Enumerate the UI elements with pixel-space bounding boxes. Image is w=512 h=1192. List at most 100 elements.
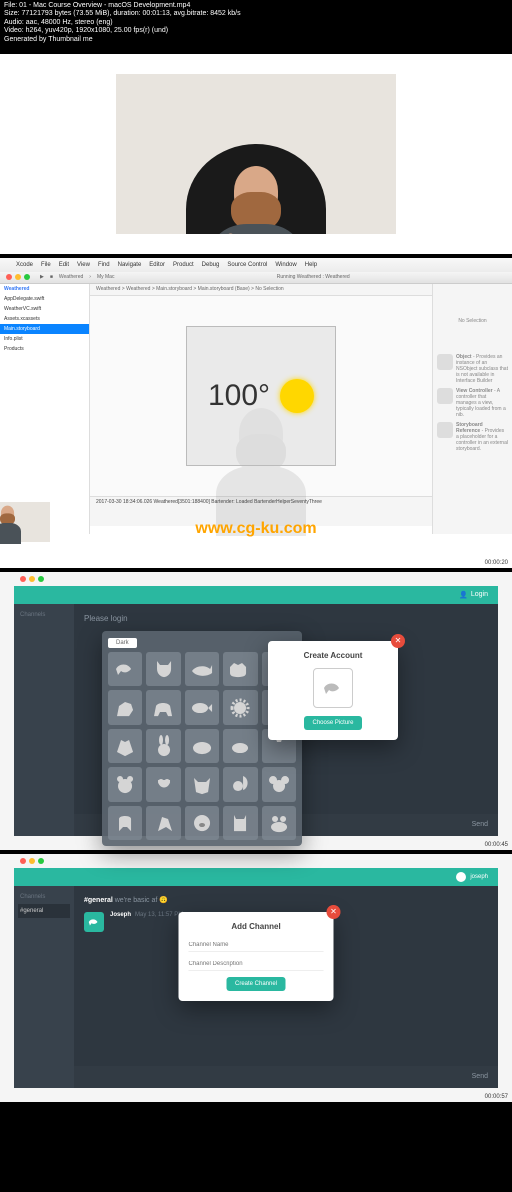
thumbnail-frame-2-xcode: Xcode File Edit View Find Navigate Edito… [0, 258, 512, 568]
send-button[interactable]: Send [472, 821, 488, 828]
thumbnail-frame-4-chat-channel: joseph Channels #general #general we're … [0, 854, 512, 1102]
minimize-icon[interactable] [15, 274, 21, 280]
avatar-elephant-icon[interactable] [146, 690, 180, 724]
app-titlebar: joseph [14, 868, 498, 886]
jump-bar[interactable]: Weathered > Weathered > Main.storyboard … [90, 284, 432, 296]
close-icon[interactable] [20, 576, 26, 582]
scheme-selector[interactable]: Weathered [59, 274, 83, 280]
zoom-icon[interactable] [24, 274, 30, 280]
user-icon: 👤 [459, 591, 468, 599]
modal-title: Create Account [278, 651, 388, 660]
close-icon[interactable] [20, 858, 26, 864]
avatar-whale-icon[interactable] [185, 652, 219, 686]
close-button[interactable]: ✕ [327, 905, 341, 919]
avatar-lion-icon[interactable] [223, 690, 257, 724]
window-controls[interactable] [20, 576, 44, 582]
nav-file-selected[interactable]: Main.storyboard [0, 324, 89, 334]
modal-title: Add Channel [189, 922, 324, 931]
avatar-wolf-icon[interactable] [108, 729, 142, 763]
channel-header: #general we're basic af 🙃 [84, 896, 488, 904]
macos-menubar[interactable]: Xcode File Edit View Find Navigate Edito… [0, 258, 512, 272]
add-channel-modal: ✕ Add Channel Create Channel [179, 912, 334, 1001]
project-root[interactable]: Weathered [0, 284, 89, 294]
nav-file[interactable]: Assets.xcassets [0, 314, 89, 324]
no-selection-label: No Selection [437, 318, 508, 324]
create-channel-button[interactable]: Create Channel [227, 977, 285, 991]
send-button[interactable]: Send [472, 1073, 488, 1080]
library-item[interactable]: Object - Provides an instance of an NSOb… [437, 354, 508, 384]
avatar-owl-icon[interactable] [146, 767, 180, 801]
choose-picture-button[interactable]: Choose Picture [304, 716, 361, 730]
avatar-cat2-icon[interactable] [223, 806, 257, 840]
nav-file[interactable]: WeatherVC.swift [0, 304, 89, 314]
timestamp-label: 00:00:20 [485, 560, 508, 566]
channel-item-general[interactable]: #general [18, 904, 70, 918]
picture-in-picture [0, 502, 50, 542]
sun-icon [280, 379, 314, 413]
viewcontroller-icon [437, 388, 453, 404]
project-navigator[interactable]: Weathered AppDelegate.swift WeatherVC.sw… [0, 284, 90, 534]
login-prompt: Please login [84, 614, 488, 623]
message-input-bar[interactable]: Send [74, 1066, 498, 1088]
avatar-rabbit-icon[interactable] [146, 729, 180, 763]
thumbnail-frame-1 [0, 54, 512, 254]
nav-file[interactable]: AppDelegate.swift [0, 294, 89, 304]
device-selector[interactable]: My Mac [97, 274, 115, 280]
library-item[interactable]: View Controller - A controller that mana… [437, 388, 508, 418]
minimize-icon[interactable] [29, 576, 35, 582]
avatar-kangaroo-icon[interactable] [146, 806, 180, 840]
nav-file[interactable]: Info.plist [0, 334, 89, 344]
avatar-icon [456, 872, 466, 882]
close-button[interactable]: ✕ [391, 634, 405, 648]
stop-button[interactable]: ■ [50, 274, 53, 280]
weather-view[interactable]: 100° [186, 326, 336, 466]
create-account-modal: ✕ Create Account Choose Picture [268, 641, 398, 740]
channels-header: Channels [18, 890, 70, 904]
avatar-hippo-icon[interactable] [185, 729, 219, 763]
window-controls[interactable] [6, 274, 30, 280]
avatar-koala-icon[interactable] [262, 767, 296, 801]
user-profile-button[interactable]: joseph [456, 872, 488, 882]
activity-status: Running Weathered : Weathered [120, 274, 506, 280]
picker-tab-dark[interactable]: Dark [108, 638, 137, 648]
temperature-label: 100° [208, 379, 270, 413]
sidebar: Channels [14, 604, 74, 836]
login-button[interactable]: 👤Login [459, 591, 488, 599]
zoom-icon[interactable] [38, 576, 44, 582]
thumbnail-frame-3-chat-login: 👤Login Channels Please login Send Dark [0, 572, 512, 850]
inspector-panel: No Selection Object - Provides an instan… [432, 284, 512, 534]
avatar-dog-icon[interactable] [223, 652, 257, 686]
channel-name-input[interactable] [189, 939, 324, 952]
object-icon [437, 354, 453, 370]
channels-header: Channels [18, 608, 70, 622]
timestamp-label: 00:00:57 [485, 1094, 508, 1100]
avatar-bird-icon[interactable] [108, 652, 142, 686]
interface-builder-canvas[interactable]: 100° [90, 296, 432, 496]
avatar-pig-icon[interactable] [185, 806, 219, 840]
minimize-icon[interactable] [29, 858, 35, 864]
library-item[interactable]: Storyboard Reference - Provides a placeh… [437, 422, 508, 452]
run-button[interactable]: ▶ [40, 274, 44, 280]
app-titlebar: 👤Login [14, 586, 498, 604]
xcode-toolbar: ▶ ■ Weathered › My Mac Running Weathered… [0, 272, 512, 284]
avatar-frog-icon[interactable] [262, 806, 296, 840]
message-timestamp: May 13, 11:57 PM [135, 912, 183, 918]
avatar-fox-icon[interactable] [185, 767, 219, 801]
selected-avatar-preview [313, 668, 353, 708]
storyboardref-icon [437, 422, 453, 438]
avatar-turtle-icon[interactable] [223, 729, 257, 763]
watermark-text: www.cg-ku.com [195, 520, 316, 538]
nav-file[interactable]: Products [0, 344, 89, 354]
webcam-view [116, 74, 396, 234]
avatar-fish-icon[interactable] [185, 690, 219, 724]
avatar-cat-icon[interactable] [146, 652, 180, 686]
avatar-gorilla-icon[interactable] [108, 806, 142, 840]
avatar-panda-icon[interactable] [108, 767, 142, 801]
window-controls[interactable] [20, 858, 44, 864]
zoom-icon[interactable] [38, 858, 44, 864]
channel-description-input[interactable] [189, 958, 324, 971]
timestamp-label: 00:00:45 [485, 842, 508, 848]
close-icon[interactable] [6, 274, 12, 280]
avatar-squirrel-icon[interactable] [223, 767, 257, 801]
avatar-horse-icon[interactable] [108, 690, 142, 724]
